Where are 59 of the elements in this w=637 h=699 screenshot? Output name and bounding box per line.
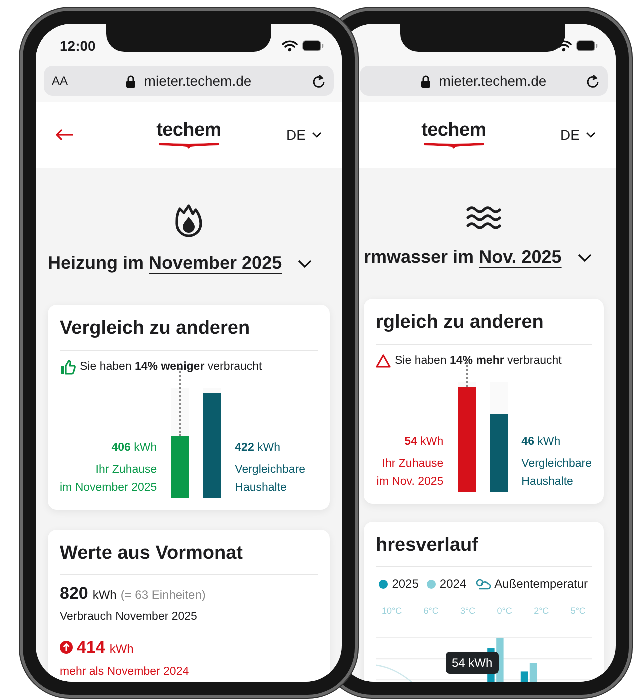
battery-icon (302, 40, 324, 52)
bar-label: Ihr Zuhause im November 2025 (60, 463, 158, 496)
comparison-message: Sie haben 14% mehr verbraucht (395, 354, 562, 368)
chart-tooltip: 54 kWh (446, 652, 499, 674)
bar-label: Vergleichbare Haushalte (522, 457, 592, 490)
url-text: mieter.techem.de (144, 72, 252, 90)
temperature-label: 2°C (534, 605, 550, 618)
reload-icon[interactable] (586, 74, 600, 88)
consumption-caption: Verbrauch November 2025 (60, 610, 198, 626)
temperature-label: 6°C (424, 605, 439, 618)
period-link[interactable]: Nov. 2025 (479, 247, 562, 267)
legend-label: 2025 (392, 576, 419, 594)
address-bar[interactable]: mieter.techem.de (360, 66, 608, 96)
card-title: Werte aus Vormonat (60, 540, 318, 576)
unit-note: (= 63 Einheiten) (120, 587, 206, 604)
language-selector[interactable]: DE (286, 124, 322, 146)
language-selector[interactable]: DE (560, 124, 596, 146)
change-caption: mehr als November 2024 (60, 664, 190, 680)
warning-icon (376, 354, 391, 368)
comparison-message: Sie haben 14% weniger verbraucht (80, 360, 262, 374)
temperature-label: 5°C (570, 605, 586, 618)
card-title: rgleich zu anderen (376, 309, 592, 344)
legend-label: Außentemperatur (494, 576, 588, 594)
temperature-label: 0°C (497, 605, 512, 618)
temperature-label: 3°C (460, 605, 476, 618)
page-title: rmwasser im Nov. 2025 (364, 246, 562, 269)
change-value: 414 kWh (77, 636, 134, 658)
lock-icon (126, 74, 136, 88)
back-arrow-icon[interactable] (56, 129, 74, 141)
status-time: 12:00 (60, 36, 96, 56)
battery-icon (576, 40, 598, 52)
temperature-line (376, 664, 412, 682)
chevron-down-icon[interactable] (586, 132, 596, 138)
bar-value: 422 kWh (235, 441, 282, 456)
sun-cloud-icon (474, 578, 491, 591)
legend-label: 2024 (440, 576, 467, 594)
chevron-down-icon[interactable] (578, 254, 592, 262)
wifi-icon (282, 40, 298, 52)
reload-icon[interactable] (312, 74, 326, 88)
period-link[interactable]: November 2025 (149, 253, 282, 273)
card-title: Vergleich zu anderen (60, 315, 318, 350)
address-bar[interactable]: AA mieter.techem.de (44, 66, 334, 96)
bar-value: 406 kWh (110, 441, 158, 456)
consumption-value: 820 kWh (60, 583, 117, 606)
page-title: Heizung im November 2025 (48, 252, 282, 275)
card-title: hresverlauf (376, 532, 592, 568)
temperature-label: 10°C (382, 605, 402, 618)
bar-label: Vergleichbare Haushalte (235, 463, 306, 496)
lock-icon (421, 74, 432, 88)
thumbs-up-icon (60, 360, 76, 375)
chevron-down-icon[interactable] (312, 132, 322, 138)
text-size-button[interactable]: AA (52, 72, 68, 90)
bar-value: 46 kWh (522, 435, 562, 450)
url-text: mieter.techem.de (439, 72, 547, 90)
logo[interactable]: techem (156, 121, 222, 149)
logo[interactable]: techem (422, 121, 486, 149)
chevron-down-icon[interactable] (298, 260, 312, 268)
bar-label: Ihr Zuhause im Nov. 2025 (376, 457, 444, 490)
bar-value: 54 kWh (404, 435, 444, 450)
